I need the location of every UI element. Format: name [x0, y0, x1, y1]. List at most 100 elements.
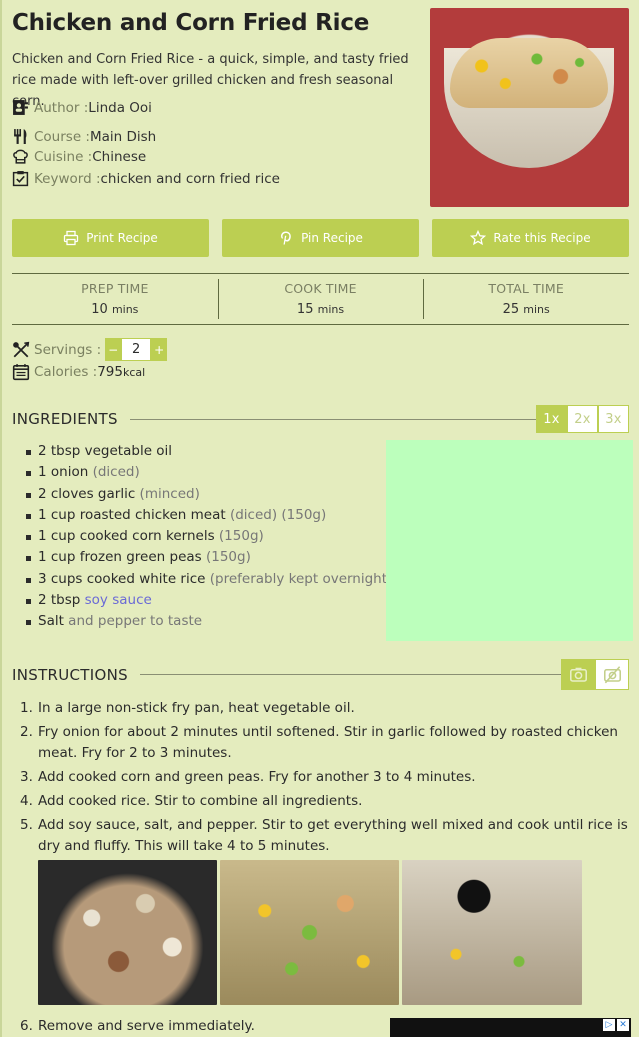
camera-icon	[569, 667, 587, 682]
total-time-value: 25	[502, 302, 520, 317]
keyword-value: chicken and corn fried rice	[100, 170, 280, 187]
author-name[interactable]: Linda Ooi	[88, 100, 152, 116]
step-text: In a large non-stick fry pan, heat veget…	[38, 700, 355, 716]
instructions-list: 1. In a large non-stick fry pan, heat veg…	[20, 698, 630, 860]
ingredients-header: INGREDIENTS 1x 2x 3x	[12, 405, 629, 433]
ingredient-note: (diced) (150g)	[229, 506, 327, 523]
rate-recipe-button[interactable]: Rate this Recipe	[432, 219, 629, 257]
step-number: 4.	[20, 793, 33, 809]
author-icon	[13, 100, 28, 115]
calories-row: Calories : 795 kcal	[12, 363, 145, 381]
ingredient-note: (150g)	[205, 549, 251, 566]
total-time-unit: mins	[523, 303, 550, 316]
calories-unit: kcal	[122, 365, 146, 379]
camera-off-icon	[603, 666, 621, 684]
cook-time-unit: mins	[317, 303, 345, 316]
pin-recipe-button[interactable]: Pin Recipe	[222, 219, 419, 257]
ingredient-item: 2 cloves garlic (minced)	[26, 486, 392, 507]
instructions-rule	[139, 674, 561, 675]
prep-time: PREP TIME 10 mins	[12, 274, 218, 324]
ingredient-note: (150g)	[218, 528, 264, 545]
ingredient-item: 1 cup frozen green peas (150g)	[26, 549, 392, 570]
ad-info-icon[interactable]: ▷	[603, 1019, 615, 1031]
prep-time-value-row: 10 mins	[12, 302, 218, 317]
servings-input[interactable]: 2	[121, 338, 152, 361]
total-time: TOTAL TIME 25 mins	[423, 274, 629, 324]
step-number: 1.	[20, 700, 33, 716]
recipe-times: PREP TIME 10 mins COOK TIME 15 mins TOTA…	[12, 273, 629, 325]
show-photos-button[interactable]	[561, 659, 595, 690]
recipe-hero-image	[430, 8, 629, 207]
ingredient-text: 1 cup cooked corn kernels	[38, 528, 219, 545]
step-number: 6.	[20, 1018, 33, 1034]
printer-icon	[64, 230, 79, 246]
instruction-step: 1. In a large non-stick fry pan, heat veg…	[20, 698, 630, 719]
ingredient-text: 2 cloves garlic	[38, 485, 140, 502]
servings-decrease-button[interactable]: −	[105, 338, 122, 361]
hide-photos-button[interactable]	[595, 659, 629, 690]
course-label: Course :	[34, 128, 90, 145]
instruction-step: 2. Fry onion for about 2 minutes until so…	[20, 722, 630, 764]
multiplier-group: 1x 2x 3x	[536, 405, 629, 433]
step-photo-chicken	[38, 860, 217, 1005]
calories-label: Calories :	[34, 364, 98, 380]
step-text: Add cooked rice. Stir to combine all ing…	[38, 793, 363, 809]
instructions-heading: INSTRUCTIONS	[12, 665, 128, 684]
ingredient-item: 1 onion (diced)	[26, 464, 392, 485]
step-photo-vegetables	[220, 860, 399, 1005]
ad-close-icon[interactable]: ✕	[617, 1019, 629, 1031]
servings-stepper: − 2 +	[105, 338, 168, 361]
step-text: Add cooked corn and green peas. Fry for …	[38, 769, 476, 785]
step-photo-soy-sauce	[402, 860, 582, 1005]
pin-recipe-label: Pin Recipe	[301, 231, 363, 245]
step-photos	[38, 860, 582, 1005]
ingredient-item: 3 cups cooked white rice (preferably kep…	[26, 571, 392, 592]
bottom-ad[interactable]: ▷ ✕	[390, 1018, 631, 1037]
ingredient-note: (diced)	[92, 464, 140, 481]
chef-hat-icon	[13, 149, 28, 164]
print-recipe-label: Print Recipe	[86, 231, 158, 245]
total-time-value-row: 25 mins	[423, 302, 629, 317]
calendar-list-icon	[12, 364, 30, 381]
ingredient-item: Salt and pepper to taste	[26, 613, 392, 634]
cook-time: COOK TIME 15 mins	[217, 274, 424, 324]
ingredient-note: and pepper to taste	[63, 613, 203, 630]
author-row: Author : Linda Ooi	[12, 99, 152, 116]
multiplier-2x-button[interactable]: 2x	[567, 405, 598, 433]
course-row: Course : Main Dish	[12, 128, 156, 145]
ingredient-note: (preferably kept overnight)	[209, 570, 393, 587]
rate-recipe-label: Rate this Recipe	[493, 231, 591, 245]
step-text: Fry onion for about 2 minutes until soft…	[38, 724, 618, 761]
servings-label: Servings :	[34, 341, 102, 358]
instruction-step: 4. Add cooked rice. Stir to combine all i…	[20, 791, 630, 812]
cuisine-row: Cuisine : Chinese	[12, 148, 146, 165]
ingredient-note: (minced)	[139, 485, 200, 502]
cuisine-label: Cuisine :	[34, 148, 93, 165]
multiplier-3x-button[interactable]: 3x	[598, 405, 629, 433]
author-label: Author :	[34, 99, 89, 116]
keyword-label: Keyword :	[34, 170, 101, 187]
print-recipe-button[interactable]: Print Recipe	[12, 219, 209, 257]
cuisine-value: Chinese	[92, 148, 147, 165]
instruction-step: 3. Add cooked corn and green peas. Fry fo…	[20, 767, 630, 788]
soy-sauce-link[interactable]: soy sauce	[85, 592, 152, 608]
multiplier-1x-button[interactable]: 1x	[536, 405, 567, 433]
keyword-row: Keyword : chicken and corn fried rice	[12, 170, 280, 187]
keyword-check-icon	[12, 171, 29, 187]
step-number: 3.	[20, 769, 33, 785]
ingredient-text: 1 cup roasted chicken meat	[38, 506, 230, 523]
instruction-step: 6. Remove and serve immediately.	[20, 1018, 255, 1034]
step-number: 2.	[20, 724, 33, 740]
prep-time-label: PREP TIME	[81, 281, 149, 296]
prep-time-unit: mins	[111, 303, 139, 316]
star-icon	[470, 230, 487, 246]
step-text: Add soy sauce, salt, and pepper. Stir to…	[38, 817, 628, 854]
servings-increase-button[interactable]: +	[151, 338, 168, 361]
pinterest-icon	[281, 231, 291, 245]
instructions-header: INSTRUCTIONS	[12, 659, 629, 690]
cook-time-value-row: 15 mins	[218, 302, 424, 317]
ad-controls: ▷ ✕	[603, 1019, 629, 1031]
total-time-label: TOTAL TIME	[488, 281, 564, 296]
ingredient-item: 1 cup cooked corn kernels (150g)	[26, 528, 392, 549]
ingredient-item: 2 tbsp soy sauce	[26, 592, 392, 613]
